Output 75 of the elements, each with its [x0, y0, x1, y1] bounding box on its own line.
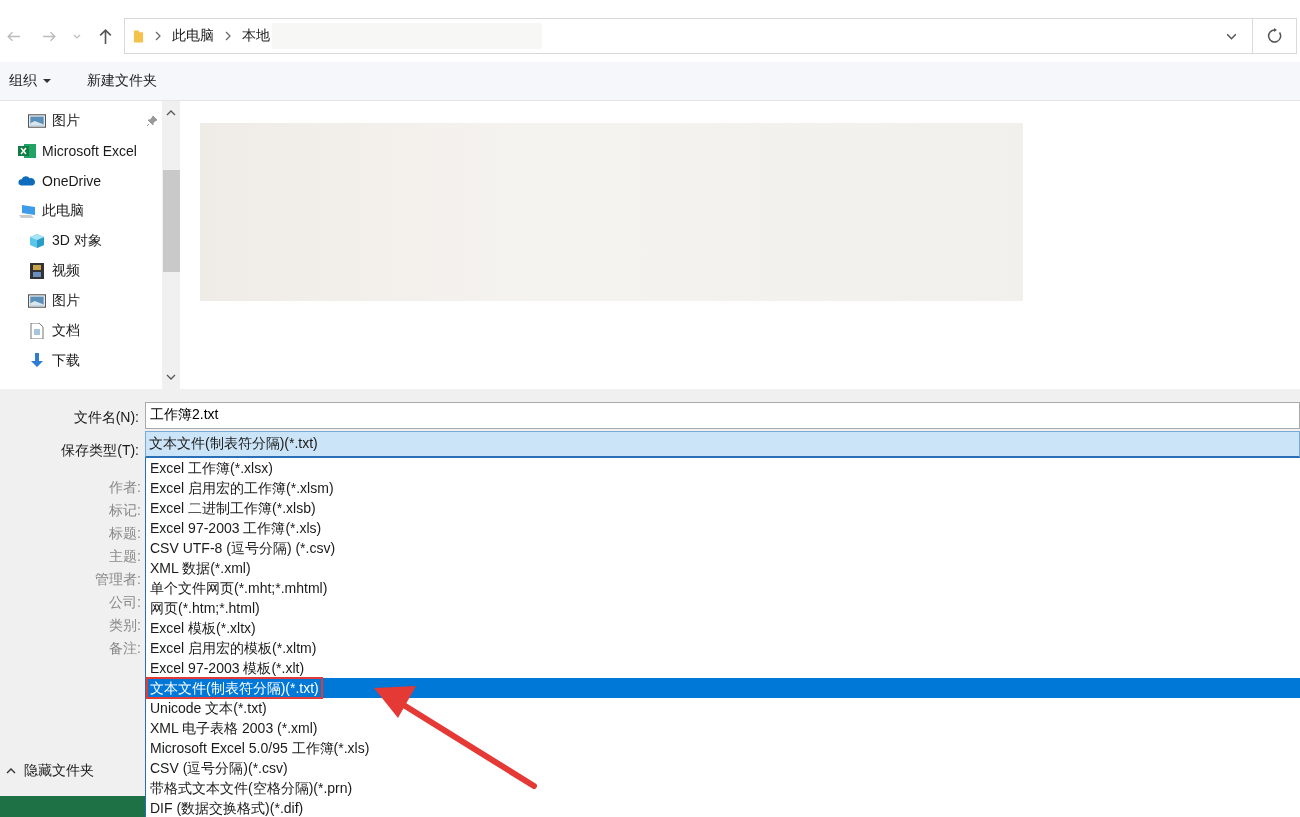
- dropdown-triangle-icon: [43, 78, 51, 84]
- refresh-button[interactable]: [1253, 18, 1297, 54]
- cube-icon: [28, 233, 46, 249]
- metadata-label: 标题:: [109, 524, 142, 543]
- file-type-option[interactable]: 文本文件(制表符分隔)(*.txt): [146, 678, 1300, 698]
- address-bar[interactable]: 此电脑 本地: [124, 18, 1253, 54]
- nav-item[interactable]: OneDrive: [0, 166, 162, 196]
- file-name-label: 文件名(N):: [73, 407, 140, 427]
- nav-item[interactable]: 文档: [0, 316, 162, 346]
- cloud-icon: [18, 173, 36, 189]
- file-type-option[interactable]: Excel 启用宏的工作簿(*.xlsm): [146, 478, 1300, 498]
- nav-item-label: 图片: [52, 112, 80, 130]
- computer-icon: [18, 203, 36, 219]
- document-icon: [28, 323, 46, 339]
- save-type-label: 保存类型(T):: [61, 440, 140, 460]
- nav-item-label: Microsoft Excel: [42, 143, 137, 159]
- file-type-option[interactable]: Excel 97-2003 工作簿(*.xls): [146, 518, 1300, 538]
- file-type-option[interactable]: 网页(*.htm;*.html): [146, 598, 1300, 618]
- file-type-option[interactable]: Excel 工作簿(*.xlsx): [146, 458, 1300, 478]
- spreadsheet-app-icon: [18, 143, 36, 159]
- metadata-label: 备注:: [109, 639, 142, 658]
- organize-menu-button[interactable]: 组织: [0, 72, 60, 90]
- metadata-label: 作者:: [109, 478, 142, 497]
- file-type-option[interactable]: Excel 启用宏的模板(*.xltm): [146, 638, 1300, 658]
- file-type-option[interactable]: XML 电子表格 2003 (*.xml): [146, 718, 1300, 738]
- nav-item[interactable]: Microsoft Excel: [0, 136, 162, 166]
- nav-item[interactable]: 图片: [0, 286, 162, 316]
- breadcrumb[interactable]: 本地: [242, 27, 270, 45]
- nav-item[interactable]: 此电脑: [0, 196, 162, 226]
- file-type-option[interactable]: CSV (逗号分隔)(*.csv): [146, 758, 1300, 778]
- picture-icon: [28, 113, 46, 129]
- file-type-option[interactable]: Excel 97-2003 模板(*.xlt): [146, 658, 1300, 678]
- metadata-label: 管理者:: [95, 570, 142, 589]
- file-name-field[interactable]: 工作簿2.txt: [145, 402, 1300, 429]
- metadata-label: 标记:: [109, 501, 142, 520]
- pin-icon: [146, 115, 158, 127]
- nav-item-label: 视频: [52, 262, 80, 280]
- breadcrumb[interactable]: 此电脑: [172, 27, 214, 45]
- new-folder-button[interactable]: 新建文件夹: [78, 72, 166, 90]
- file-type-option[interactable]: Microsoft Excel 5.0/95 工作簿(*.xls): [146, 738, 1300, 758]
- nav-item-label: 文档: [52, 322, 80, 340]
- nav-item[interactable]: 图片: [0, 106, 162, 136]
- nav-item-label: 图片: [52, 292, 80, 310]
- nav-item-label: 此电脑: [42, 202, 84, 220]
- hide-folders-button[interactable]: 隐藏文件夹: [0, 758, 100, 784]
- film-icon: [28, 263, 46, 279]
- folder-icon: [133, 28, 144, 44]
- metadata-label: 公司:: [109, 593, 142, 612]
- metadata-label: 主题:: [109, 547, 142, 566]
- scroll-down-icon[interactable]: [166, 373, 176, 381]
- up-arrow-icon[interactable]: [97, 27, 114, 45]
- file-type-option[interactable]: 单个文件网页(*.mht;*.mhtml): [146, 578, 1300, 598]
- chevron-right-icon: [224, 31, 232, 41]
- file-type-option[interactable]: Excel 模板(*.xltx): [146, 618, 1300, 638]
- scrollbar[interactable]: [162, 101, 180, 389]
- refresh-icon: [1266, 28, 1283, 44]
- nav-item[interactable]: 下载: [0, 346, 162, 376]
- chevron-right-icon: [154, 31, 162, 41]
- nav-item-label: 3D 对象: [52, 232, 102, 250]
- scroll-up-icon[interactable]: [166, 109, 176, 117]
- file-type-option[interactable]: 带格式文本文件(空格分隔)(*.prn): [146, 778, 1300, 798]
- file-type-option[interactable]: DIF (数据交换格式)(*.dif): [146, 798, 1300, 817]
- caret-up-icon: [6, 767, 16, 775]
- scrollbar-thumb[interactable]: [162, 170, 180, 272]
- metadata-label: 类别:: [109, 616, 142, 635]
- file-type-option[interactable]: Excel 二进制工作簿(*.xlsb): [146, 498, 1300, 518]
- file-type-option[interactable]: Unicode 文本(*.txt): [146, 698, 1300, 718]
- nav-item[interactable]: 视频: [0, 256, 162, 286]
- nav-item[interactable]: 3D 对象: [0, 226, 162, 256]
- file-type-option[interactable]: CSV UTF-8 (逗号分隔) (*.csv): [146, 538, 1300, 558]
- nav-item-label: OneDrive: [42, 173, 102, 189]
- nav-item-label: 下载: [52, 352, 80, 370]
- picture-icon: [28, 293, 46, 309]
- file-type-option[interactable]: XML 数据(*.xml): [146, 558, 1300, 578]
- save-type-dropdown[interactable]: 文本文件(制表符分隔)(*.txt): [145, 430, 1300, 458]
